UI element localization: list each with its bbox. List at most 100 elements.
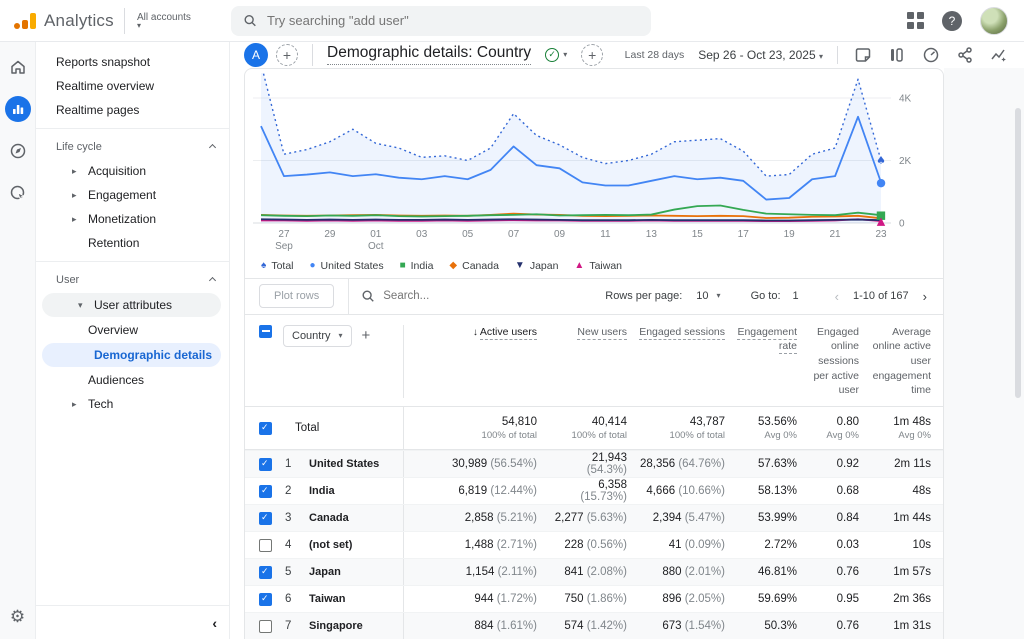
metric-value: 6,358 (15.73%) bbox=[549, 479, 639, 503]
column-header-active-users[interactable]: ↓Active users bbox=[403, 325, 549, 398]
insights-gauge-icon[interactable] bbox=[922, 46, 940, 64]
sidebar-item-demographic-details[interactable]: Demographic details bbox=[42, 343, 221, 367]
metric-value: 53.99% bbox=[737, 512, 809, 524]
legend-label: India bbox=[411, 260, 434, 272]
row-checkbox[interactable] bbox=[259, 566, 272, 579]
sidebar-item-user-attributes[interactable]: ▾User attributes bbox=[42, 293, 221, 317]
metric-value: 0.76 bbox=[809, 566, 871, 578]
spade-marker-icon: ♠ bbox=[261, 260, 266, 271]
column-header-engagement-rate[interactable]: Engagement rate bbox=[737, 325, 809, 354]
account-switcher[interactable]: All accounts ▾ bbox=[124, 8, 191, 34]
sidebar-item-overview[interactable]: Overview bbox=[36, 318, 229, 342]
metric-value: 0.92 bbox=[809, 458, 871, 470]
note-icon[interactable] bbox=[854, 46, 872, 64]
country-name: Taiwan bbox=[309, 593, 403, 605]
insights-sparkline-icon[interactable] bbox=[990, 46, 1008, 64]
row-checkbox[interactable] bbox=[259, 620, 272, 633]
row-index: 2 bbox=[283, 485, 309, 497]
add-comparison-icon[interactable]: + bbox=[276, 44, 298, 66]
report-card: 02K4K♠●■▲27Sep2901Oct0305070911131517192… bbox=[244, 68, 944, 639]
column-header-engaged-sessions-per-user[interactable]: Engaged online sessions per active user bbox=[809, 325, 871, 398]
advertising-icon[interactable] bbox=[5, 180, 31, 206]
sidebar-item-monetization[interactable]: ▸Monetization bbox=[36, 207, 229, 231]
sidebar-item-realtime-pages[interactable]: Realtime pages bbox=[36, 98, 229, 122]
row-checkbox[interactable] bbox=[259, 512, 272, 525]
account-badge[interactable]: A bbox=[244, 43, 268, 67]
product-name: Analytics bbox=[44, 11, 114, 31]
add-dimension-icon[interactable]: + bbox=[362, 327, 371, 344]
rows-per-page-select[interactable]: 10 bbox=[696, 290, 708, 302]
section-life-cycle[interactable]: Life cycle bbox=[36, 135, 229, 159]
svg-text:19: 19 bbox=[784, 229, 796, 240]
dimension-selector[interactable]: Country▾ bbox=[283, 325, 352, 347]
column-header-new-users[interactable]: New users bbox=[549, 325, 639, 340]
expand-arrow-icon: ▸ bbox=[72, 214, 88, 225]
row-index: 6 bbox=[283, 593, 309, 605]
chevron-up-icon bbox=[209, 276, 216, 283]
explore-icon[interactable] bbox=[5, 138, 31, 164]
user-avatar[interactable] bbox=[980, 7, 1008, 35]
column-header-engaged-sessions[interactable]: Engaged sessions bbox=[639, 325, 737, 340]
row-checkbox[interactable] bbox=[259, 458, 272, 471]
next-page-icon[interactable]: › bbox=[917, 289, 933, 304]
add-icon[interactable]: + bbox=[581, 44, 603, 66]
metric-value: 50.3% bbox=[737, 620, 809, 632]
global-search[interactable] bbox=[231, 6, 651, 36]
sidebar-item-acquisition[interactable]: ▸Acquisition bbox=[36, 159, 229, 183]
legend-item-canada[interactable]: ◆Canada bbox=[449, 260, 498, 272]
sidebar-item-engagement[interactable]: ▸Engagement bbox=[36, 183, 229, 207]
date-range-picker[interactable]: Sep 26 - Oct 23, 2025 ▾ bbox=[698, 48, 823, 62]
row-checkbox[interactable] bbox=[259, 539, 272, 552]
sidebar-item-tech[interactable]: ▸Tech bbox=[36, 392, 229, 416]
sidebar-item-realtime-overview[interactable]: Realtime overview bbox=[36, 74, 229, 98]
collapse-sidebar-icon[interactable]: ‹ bbox=[212, 615, 217, 631]
expand-arrow-icon: ▸ bbox=[72, 399, 88, 410]
metric-value: 10s bbox=[871, 539, 943, 551]
chevron-down-icon[interactable]: ▾ bbox=[717, 293, 721, 299]
divider bbox=[36, 128, 229, 129]
row-checkbox[interactable] bbox=[259, 593, 272, 606]
compare-icon[interactable] bbox=[888, 46, 906, 64]
sidebar-item-audiences[interactable]: Audiences bbox=[36, 368, 229, 392]
table-search[interactable] bbox=[361, 289, 493, 303]
total-row-checkbox[interactable] bbox=[259, 422, 272, 435]
row-checkbox[interactable] bbox=[259, 485, 272, 498]
global-search-input[interactable] bbox=[267, 13, 639, 28]
plot-rows-button[interactable]: Plot rows bbox=[259, 284, 334, 308]
legend-label: Japan bbox=[530, 260, 559, 272]
legend-item-taiwan[interactable]: ▲Taiwan bbox=[574, 260, 622, 272]
report-status-badge[interactable]: ✓ ▾ bbox=[539, 46, 573, 64]
select-all-checkbox[interactable] bbox=[259, 325, 272, 338]
svg-text:0: 0 bbox=[899, 218, 905, 229]
share-icon[interactable] bbox=[956, 46, 974, 64]
legend-item-japan[interactable]: ▼ Japan bbox=[515, 260, 559, 272]
column-header-avg-engagement-time[interactable]: Average online active user engagement ti… bbox=[871, 325, 943, 398]
legend-item-united-states[interactable]: ●United States bbox=[310, 260, 384, 272]
section-user[interactable]: User bbox=[36, 268, 229, 292]
metric-value: 750 (1.86%) bbox=[549, 593, 639, 605]
triangle-down-marker-icon: ▼ bbox=[515, 260, 525, 271]
apps-grid-icon[interactable] bbox=[907, 12, 924, 29]
sidebar-item-retention[interactable]: Retention bbox=[36, 231, 229, 255]
settings-gear-icon[interactable]: ⚙ bbox=[10, 607, 25, 627]
metric-value: 4,666 (10.66%) bbox=[639, 485, 737, 497]
table-row-taiwan: 6Taiwan944 (1.72%)750 (1.86%)896 (2.05%)… bbox=[245, 585, 943, 612]
divider bbox=[348, 278, 349, 314]
legend-item-india[interactable]: ■India bbox=[400, 260, 434, 272]
legend-item-total[interactable]: ♠Total bbox=[261, 260, 294, 272]
divider bbox=[312, 44, 313, 66]
go-to-input[interactable]: 1 bbox=[793, 290, 799, 302]
expand-arrow-icon: ▸ bbox=[72, 166, 88, 177]
country-name: Japan bbox=[309, 566, 403, 578]
home-icon[interactable] bbox=[5, 54, 31, 80]
analytics-logo[interactable]: Analytics bbox=[0, 11, 110, 31]
search-icon bbox=[243, 13, 257, 28]
sidebar-item-reports-snapshot[interactable]: Reports snapshot bbox=[36, 50, 229, 74]
help-icon[interactable]: ? bbox=[942, 11, 962, 31]
page-title[interactable]: Demographic details: Country bbox=[327, 44, 531, 65]
vertical-scrollbar[interactable] bbox=[1015, 108, 1021, 398]
prev-page-icon[interactable]: ‹ bbox=[829, 289, 845, 304]
table-search-input[interactable] bbox=[383, 290, 493, 302]
reports-icon[interactable] bbox=[5, 96, 31, 122]
svg-text:2K: 2K bbox=[899, 156, 912, 167]
